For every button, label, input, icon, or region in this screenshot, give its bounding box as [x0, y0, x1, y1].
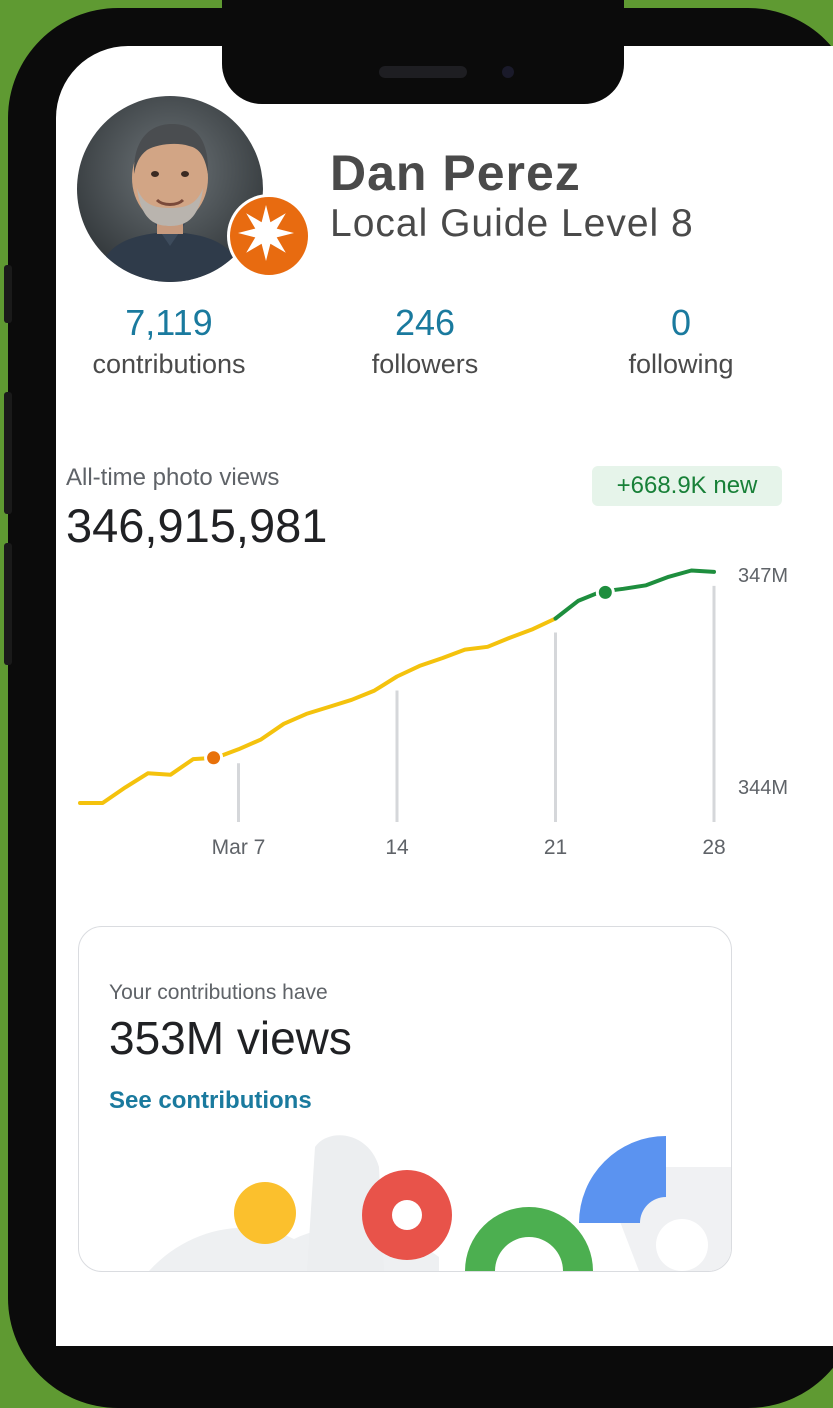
card-headline: 353M views [109, 1012, 352, 1064]
green-arc-icon [465, 1207, 593, 1271]
photo-views-chart: Mar 7 14 21 28 347M 344M [78, 565, 788, 859]
x-tick-label: Mar 7 [212, 836, 266, 859]
views-line-recent [553, 568, 716, 621]
x-tick-label: 21 [544, 836, 567, 859]
x-tick-label: 14 [385, 836, 409, 859]
x-tick-label: 28 [702, 836, 725, 859]
yellow-circle-icon [234, 1182, 296, 1244]
see-contributions-link[interactable]: See contributions [109, 1087, 312, 1115]
chart-marker[interactable] [595, 582, 615, 602]
y-tick-label: 347M [738, 565, 788, 587]
views-line-older [78, 616, 558, 805]
chart-marker[interactable] [204, 748, 224, 768]
card-subtitle: Your contributions have [109, 981, 328, 1004]
y-tick-label: 344M [738, 777, 788, 799]
contributions-card[interactable]: Your contributions have 353M views See c… [78, 926, 732, 1272]
